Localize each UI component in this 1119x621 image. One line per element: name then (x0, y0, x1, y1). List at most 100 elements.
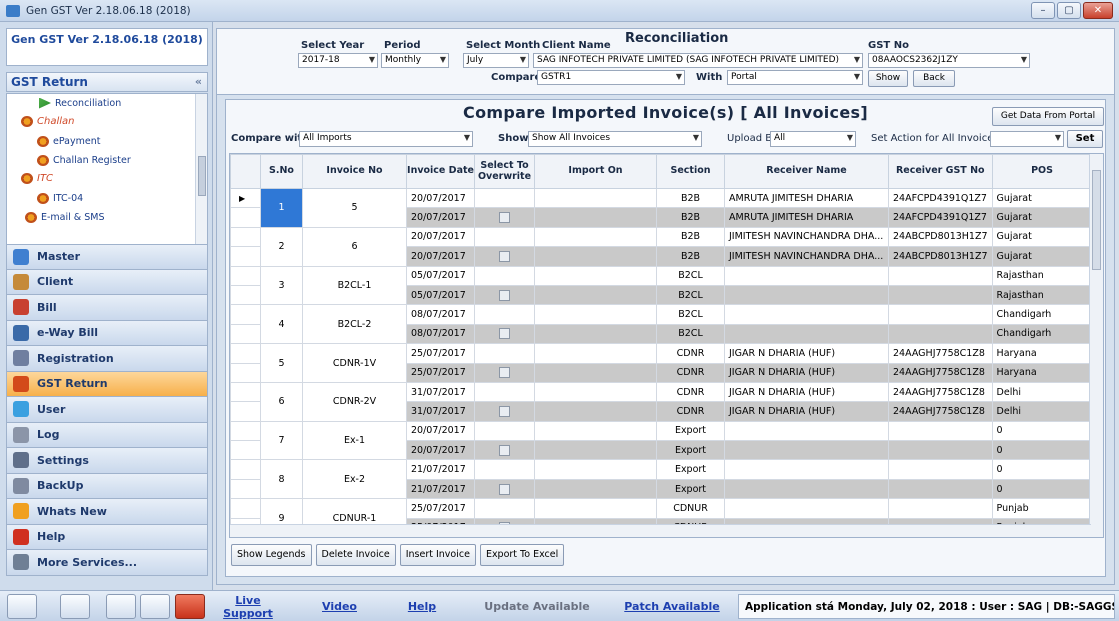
sno-cell[interactable]: 7 (260, 420, 303, 461)
import-on-cell[interactable] (534, 323, 657, 345)
sidebar-item-client[interactable]: Client (6, 269, 208, 295)
overwrite-checkbox[interactable] (499, 405, 510, 417)
section-cell[interactable]: CDNR (656, 381, 725, 403)
sno-cell[interactable]: 4 (260, 304, 303, 345)
import-on-cell[interactable] (534, 343, 657, 364)
pos-cell[interactable]: 0 (991, 478, 1093, 500)
receiver-gst-cell[interactable] (888, 304, 993, 325)
overwrite-cell[interactable] (474, 246, 535, 267)
receiver-name-cell[interactable] (724, 440, 889, 461)
grid-horizontal-scrollbar[interactable] (230, 524, 1091, 537)
import-on-cell[interactable] (534, 246, 657, 267)
invoice-date-cell[interactable]: 25/07/2017 (406, 343, 475, 364)
invoice-date-cell[interactable]: 20/07/2017 (406, 187, 475, 209)
import-on-cell[interactable] (534, 498, 657, 519)
receiver-name-cell[interactable]: AMRUTA JIMITESH DHARIA (724, 207, 889, 228)
row-header-cell[interactable]: ▶ (230, 187, 261, 209)
sno-cell[interactable]: 3 (260, 265, 303, 306)
compare-select[interactable]: GSTR1 ▼ (537, 70, 685, 85)
receiver-gst-cell[interactable] (888, 478, 993, 500)
set-action-select[interactable]: ▼ (990, 131, 1064, 147)
upload-by-select[interactable]: All ▼ (770, 131, 856, 147)
overwrite-checkbox[interactable] (499, 444, 510, 456)
column-header[interactable]: Import On (534, 154, 657, 189)
pos-cell[interactable]: Chandigarh (991, 304, 1093, 325)
section-cell[interactable]: B2B (656, 226, 725, 248)
row-header-cell[interactable] (230, 478, 261, 500)
row-header-cell[interactable] (230, 246, 261, 267)
table-row[interactable]: 4 B2CL-2 08/07/2017 B2CL Chandigarh (230, 304, 1093, 345)
receiver-gst-cell[interactable]: 24AFCPD4391Q1Z7 (888, 207, 993, 228)
invoice-date-cell[interactable]: 20/07/2017 (406, 440, 475, 461)
tree-scroll-thumb[interactable] (198, 156, 206, 196)
row-header-cell[interactable] (230, 284, 261, 306)
row-header-cell[interactable] (230, 265, 261, 286)
invoice-date-cell[interactable]: 31/07/2017 (406, 401, 475, 422)
table-row[interactable]: 3 B2CL-1 05/07/2017 B2CL Rajasthan (230, 265, 1093, 306)
show-legends-button[interactable]: Show Legends (231, 544, 312, 566)
pos-cell[interactable]: Gujarat (991, 187, 1093, 209)
import-on-cell[interactable] (534, 381, 657, 403)
section-cell[interactable]: CDNR (656, 362, 725, 383)
receiver-name-cell[interactable]: JIGAR N DHARIA (HUF) (724, 401, 889, 422)
receiver-name-cell[interactable]: AMRUTA JIMITESH DHARIA (724, 187, 889, 209)
invoice-no-cell[interactable]: CDNR-2V (302, 381, 407, 422)
row-header-cell[interactable] (230, 440, 261, 461)
tree-item-e-mail-sms[interactable]: E-mail & SMS (25, 208, 105, 226)
overwrite-cell[interactable] (474, 284, 535, 306)
receiver-name-cell[interactable]: JIGAR N DHARIA (HUF) (724, 362, 889, 383)
power-icon[interactable] (175, 594, 205, 619)
overwrite-checkbox[interactable] (499, 367, 510, 379)
delete-invoice-button[interactable]: Delete Invoice (315, 544, 396, 566)
pos-cell[interactable]: Rajasthan (991, 284, 1093, 306)
import-on-cell[interactable] (534, 265, 657, 286)
overwrite-cell[interactable] (474, 381, 535, 403)
column-header[interactable]: Select To Overwrite (474, 154, 535, 189)
row-header-cell[interactable] (230, 401, 261, 422)
overwrite-cell[interactable] (474, 362, 535, 383)
patch-available-link[interactable]: Patch Available (622, 600, 722, 613)
import-on-cell[interactable] (534, 304, 657, 325)
overwrite-checkbox[interactable] (499, 328, 510, 340)
pos-cell[interactable]: Gujarat (991, 246, 1093, 267)
receiver-name-cell[interactable] (724, 420, 889, 442)
import-on-cell[interactable] (534, 362, 657, 383)
receiver-name-cell[interactable] (724, 498, 889, 519)
section-cell[interactable]: B2CL (656, 265, 725, 286)
section-cell[interactable]: Export (656, 440, 725, 461)
back-button[interactable]: Back (913, 70, 955, 87)
column-header[interactable]: Section (656, 154, 725, 189)
overwrite-cell[interactable] (474, 343, 535, 364)
invoice-no-cell[interactable]: CDNR-1V (302, 343, 407, 383)
export-to-excel-button[interactable]: Export To Excel (479, 544, 565, 566)
table-row[interactable]: 8 Ex-2 21/07/2017 Export 0 (230, 459, 1093, 500)
tree-item-challan-register[interactable]: Challan Register (37, 151, 131, 169)
table-row[interactable]: 7 Ex-1 20/07/2017 Export 0 (230, 420, 1093, 461)
section-cell[interactable]: Export (656, 478, 725, 500)
receiver-gst-cell[interactable]: 24AAGHJ7758C1Z8 (888, 381, 993, 403)
overwrite-cell[interactable] (474, 187, 535, 209)
collapse-chevron-icon[interactable]: « (195, 75, 202, 88)
get-data-from-portal-button[interactable]: Get Data From Portal (992, 107, 1104, 126)
grid-scroll-thumb[interactable] (1092, 170, 1101, 270)
video-link[interactable]: Video (292, 600, 387, 613)
column-header[interactable]: Receiver Name (724, 154, 889, 189)
receiver-name-cell[interactable] (724, 304, 889, 325)
sidebar-item-gst-return[interactable]: GST Return (6, 371, 208, 397)
overwrite-cell[interactable] (474, 207, 535, 228)
receiver-name-cell[interactable] (724, 478, 889, 500)
invoice-no-cell[interactable]: B2CL-2 (302, 304, 407, 345)
set-button[interactable]: Set (1067, 130, 1103, 148)
invoice-date-cell[interactable]: 08/07/2017 (406, 323, 475, 345)
overwrite-cell[interactable] (474, 265, 535, 286)
receiver-name-cell[interactable] (724, 265, 889, 286)
receiver-name-cell[interactable] (724, 323, 889, 345)
section-cell[interactable]: CDNUR (656, 498, 725, 519)
import-on-cell[interactable] (534, 440, 657, 461)
layout-right-icon[interactable] (106, 594, 136, 619)
receiver-gst-cell[interactable]: 24AFCPD4391Q1Z7 (888, 187, 993, 209)
pos-cell[interactable]: 0 (991, 440, 1093, 461)
table-row[interactable]: ▶ 1 5 20/07/2017 B2B AMRUTA JIMITESH DHARIA 24… (230, 187, 1093, 228)
invoice-date-cell[interactable]: 05/07/2017 (406, 284, 475, 306)
sidebar-item-bill[interactable]: Bill (6, 295, 208, 321)
